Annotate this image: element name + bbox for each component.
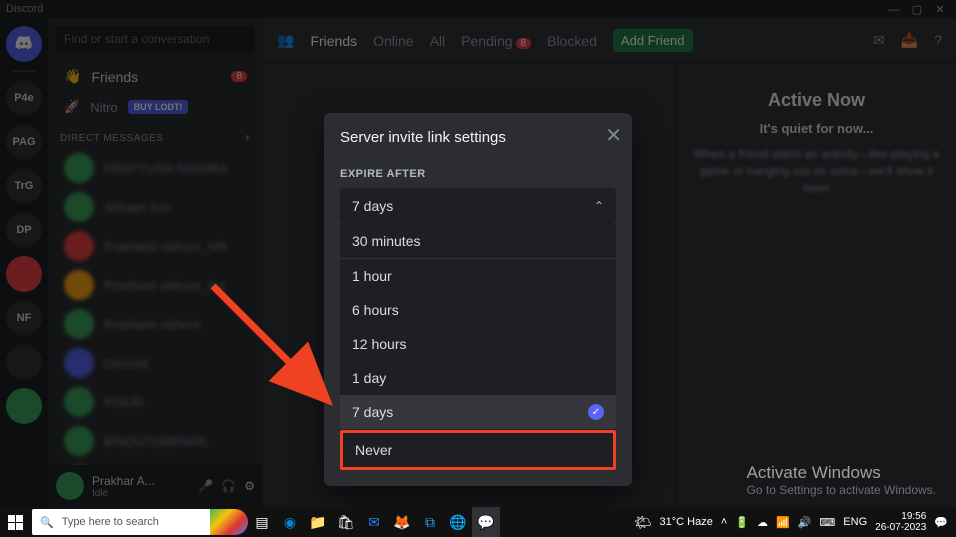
volume-icon[interactable]: 🔊 — [798, 516, 812, 529]
taskbar-apps: ▤ ◉ 📁 🛍 ✉ 🦊 ⧉ 🌐 💬 — [248, 507, 500, 537]
option-label: 7 days — [352, 404, 393, 420]
language-indicator[interactable]: ENG — [843, 516, 867, 528]
taskbar-search[interactable]: 🔍 Type here to search — [32, 509, 224, 535]
select-value: 7 days — [352, 198, 393, 214]
select-options: 30 minutes 1 hour 6 hours 12 hours 1 day… — [340, 224, 616, 470]
task-view-icon[interactable]: ▤ — [248, 507, 276, 537]
start-button[interactable] — [0, 507, 30, 537]
modal-close-button[interactable]: ✕ — [605, 123, 622, 148]
weather-icon[interactable]: 🌤 — [634, 514, 652, 531]
weather-text[interactable]: 31°C Haze — [660, 516, 713, 528]
activate-windows-watermark: Activate Windows Go to Settings to activ… — [747, 463, 936, 497]
discord-taskbar-icon[interactable]: 💬 — [472, 507, 500, 537]
notifications-icon[interactable]: 💬 — [934, 516, 948, 529]
tray-chevron-icon[interactable]: ˄ — [721, 516, 727, 528]
windows-icon — [8, 515, 23, 530]
activate-title: Activate Windows — [747, 463, 936, 483]
modal-title: Server invite link settings — [340, 129, 616, 146]
option-1-hour[interactable]: 1 hour — [340, 259, 616, 293]
windows-taskbar: 🔍 Type here to search ▤ ◉ 📁 🛍 ✉ 🦊 ⧉ 🌐 💬 … — [0, 507, 956, 537]
onedrive-icon[interactable]: ☁ — [757, 516, 768, 529]
store-icon[interactable]: 🛍 — [332, 507, 360, 537]
explorer-icon[interactable]: 📁 — [304, 507, 332, 537]
check-icon: ✓ — [588, 404, 604, 420]
option-7-days[interactable]: 7 days ✓ — [340, 395, 616, 429]
edge-icon[interactable]: ◉ — [276, 507, 304, 537]
mail-icon[interactable]: ✉ — [360, 507, 388, 537]
expire-after-select[interactable]: 7 days ⌃ — [340, 188, 616, 224]
option-30-minutes[interactable]: 30 minutes — [340, 224, 616, 259]
chrome-icon[interactable]: 🌐 — [444, 507, 472, 537]
option-never[interactable]: Never — [340, 430, 616, 470]
search-placeholder: Type here to search — [62, 516, 159, 528]
wifi-icon[interactable]: 📶 — [776, 516, 790, 529]
option-1-day[interactable]: 1 day — [340, 361, 616, 395]
chevron-up-icon: ⌃ — [594, 199, 604, 213]
expire-after-label: EXPIRE AFTER — [340, 168, 616, 180]
firefox-icon[interactable]: 🦊 — [388, 507, 416, 537]
search-icon: 🔍 — [40, 516, 54, 529]
system-tray: 🌤 31°C Haze ˄ 🔋 ☁ 📶 🔊 ⌨ ENG 19:56 26-07-… — [626, 511, 956, 533]
cortana-icon[interactable] — [210, 509, 248, 535]
keyboard-icon[interactable]: ⌨ — [819, 516, 835, 529]
clock-time: 19:56 — [875, 511, 926, 522]
option-6-hours[interactable]: 6 hours — [340, 293, 616, 327]
clock[interactable]: 19:56 26-07-2023 — [875, 511, 926, 533]
invite-settings-modal: Server invite link settings ✕ EXPIRE AFT… — [324, 113, 632, 486]
clock-date: 26-07-2023 — [875, 522, 926, 533]
battery-icon[interactable]: 🔋 — [735, 516, 749, 529]
vscode-icon[interactable]: ⧉ — [416, 507, 444, 537]
option-12-hours[interactable]: 12 hours — [340, 327, 616, 361]
activate-sub: Go to Settings to activate Windows. — [747, 483, 936, 497]
